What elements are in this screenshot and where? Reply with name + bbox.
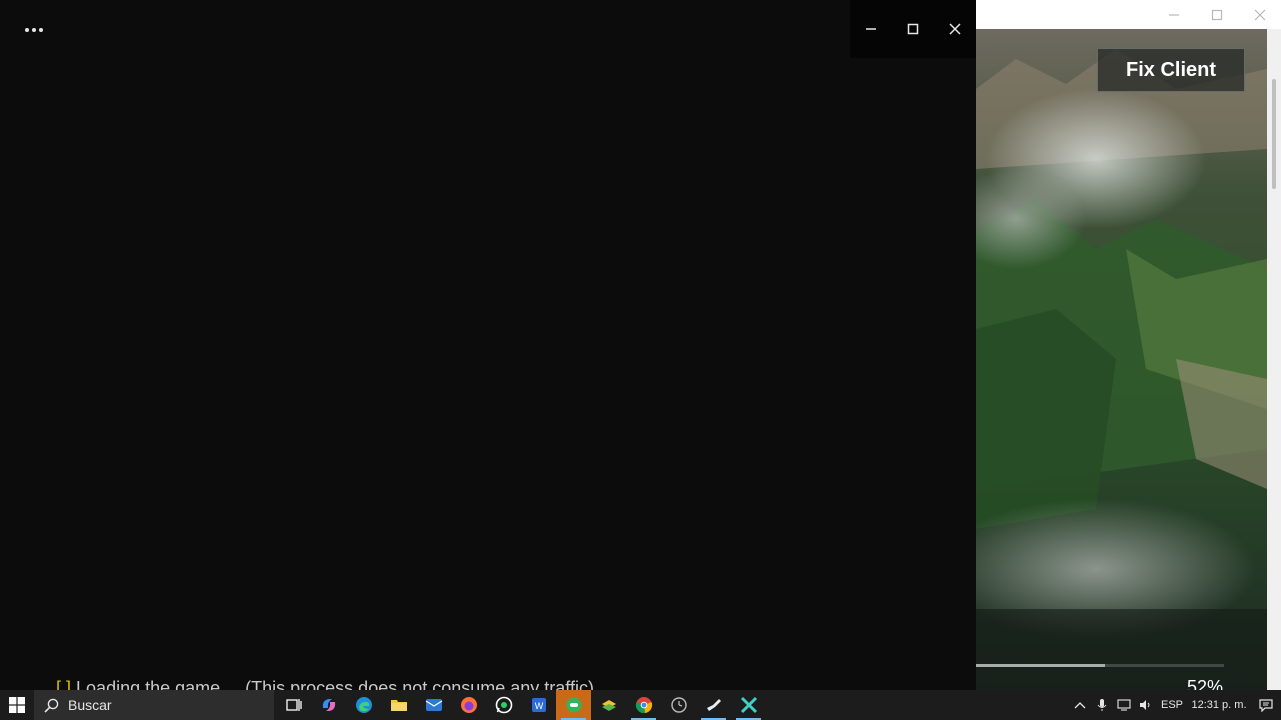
more-dot — [32, 28, 36, 32]
word-icon: W — [531, 698, 546, 712]
taskbar-search-box[interactable]: Buscar — [34, 690, 274, 720]
taskbar-clock[interactable]: 12:31 p. m. — [1187, 699, 1251, 711]
language-indicator[interactable]: ESP — [1157, 699, 1187, 711]
task-view-icon — [285, 699, 302, 711]
game-launcher-taskbar-button[interactable] — [556, 690, 591, 720]
start-button[interactable] — [0, 690, 34, 720]
show-hidden-icons-button[interactable] — [1069, 690, 1091, 720]
steam-button[interactable] — [696, 690, 731, 720]
speaker-icon — [1140, 700, 1150, 710]
search-placeholder: Buscar — [68, 697, 112, 713]
more-dot — [39, 28, 43, 32]
fix-client-button[interactable]: Fix Client — [1097, 48, 1245, 92]
edge-icon — [355, 697, 372, 713]
microphone-icon — [1097, 699, 1107, 711]
launcher-close-button[interactable] — [1238, 0, 1281, 29]
maximize-icon — [1211, 9, 1222, 20]
dark-app-window: [ ] Loading the game ... (This process d… — [0, 0, 976, 698]
minimize-button[interactable] — [850, 0, 892, 58]
taskbar: Buscar W ESP 12:31 p. m. — [0, 690, 1281, 720]
launcher-scrollbar[interactable] — [1267, 29, 1281, 690]
folder-icon — [390, 700, 407, 711]
close-icon — [1254, 9, 1265, 20]
whatsapp-button[interactable] — [486, 690, 521, 720]
notifications-button[interactable] — [1251, 690, 1281, 720]
copilot-button[interactable] — [311, 690, 346, 720]
clock-app-button[interactable] — [661, 690, 696, 720]
download-progress-bar — [976, 664, 1224, 667]
file-explorer-button[interactable] — [381, 690, 416, 720]
svg-text:W: W — [534, 701, 543, 711]
game-launcher-window: Fix Client 52% — [976, 0, 1281, 690]
game-launcher-icon — [566, 697, 581, 713]
network-button[interactable] — [1113, 690, 1135, 720]
maximize-icon — [907, 23, 919, 35]
chevron-up-icon — [1074, 702, 1086, 709]
volume-button[interactable] — [1135, 690, 1157, 720]
landscape-background-image — [976, 29, 1267, 690]
minimize-icon — [1168, 13, 1179, 16]
microphone-button[interactable] — [1091, 690, 1113, 720]
windows-logo-icon — [9, 697, 25, 713]
download-progress-percent: 52% — [1187, 677, 1224, 690]
dark-window-controls — [850, 0, 976, 58]
launcher-titlebar — [976, 0, 1281, 29]
download-progress-fill — [976, 664, 1105, 667]
steam-icon — [706, 699, 721, 711]
search-icon — [44, 698, 59, 713]
firefox-icon — [460, 697, 477, 713]
bluestacks-button[interactable] — [591, 690, 626, 720]
whatsapp-icon — [495, 696, 512, 714]
chrome-icon — [635, 697, 652, 714]
mail-icon — [425, 699, 442, 711]
app-x-icon — [740, 696, 757, 714]
clock-icon — [670, 697, 687, 713]
close-icon — [949, 23, 961, 35]
firefox-button[interactable] — [451, 690, 486, 720]
maximize-button[interactable] — [892, 0, 934, 58]
chrome-button[interactable] — [626, 690, 661, 720]
desktop: [ ] Loading the game ... (This process d… — [0, 0, 1281, 720]
app-x-button[interactable] — [731, 690, 766, 720]
notification-icon — [1259, 698, 1273, 712]
outlook-button[interactable] — [416, 690, 451, 720]
edge-button[interactable] — [346, 690, 381, 720]
minimize-icon — [866, 28, 876, 30]
word-button[interactable]: W — [521, 690, 556, 720]
close-button[interactable] — [934, 0, 976, 58]
bluestacks-icon — [601, 700, 616, 711]
launcher-minimize-button[interactable] — [1152, 0, 1195, 29]
taskbar-app-icons: W — [276, 690, 766, 720]
system-tray: ESP 12:31 p. m. — [1069, 690, 1281, 720]
network-icon — [1117, 699, 1131, 711]
copilot-icon — [322, 699, 335, 711]
launcher-maximize-button[interactable] — [1195, 0, 1238, 29]
scrollbar-thumb[interactable] — [1272, 79, 1276, 189]
task-view-button[interactable] — [276, 690, 311, 720]
more-dot — [25, 28, 29, 32]
more-options-button[interactable] — [16, 16, 52, 44]
